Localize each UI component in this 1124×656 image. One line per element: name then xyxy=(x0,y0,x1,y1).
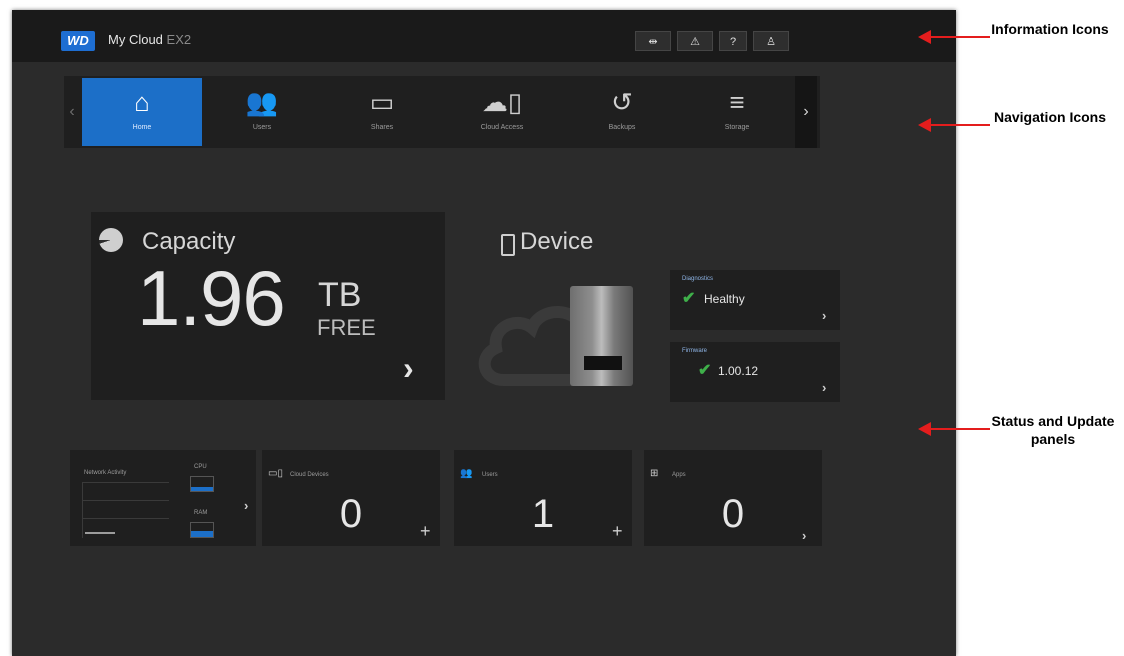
navigation-bar: ‹ ⌂ Home 👥 Users ▭ Shares ☁▯ Cloud Acces… xyxy=(64,76,820,148)
nav-item-shares[interactable]: ▭ Shares xyxy=(322,78,442,146)
nav-item-home[interactable]: ⌂ Home xyxy=(82,78,202,146)
diagnostics-arrow-icon[interactable]: › xyxy=(822,308,826,323)
backup-icon: ↺ xyxy=(611,87,633,117)
capacity-title: Capacity xyxy=(142,228,236,255)
home-icon: ⌂ xyxy=(134,87,150,117)
nav-label: Storage xyxy=(724,124,750,131)
nav-label: Home xyxy=(132,124,152,131)
folder-icon: ▭ xyxy=(369,87,395,117)
cloud-devices-panel[interactable]: ▭▯ Cloud Devices 0 + xyxy=(262,450,440,546)
bell-icon[interactable]: ⚠ xyxy=(677,31,713,51)
users-count: 1 xyxy=(531,492,555,536)
nav-item-cloud-access[interactable]: ☁▯ Cloud Access xyxy=(442,78,562,146)
storage-icon: ≡ xyxy=(729,87,745,117)
info-callout-line xyxy=(930,36,990,38)
nav-callout-label: Navigation Icons xyxy=(993,109,1107,125)
nav-item-storage[interactable]: ≡ Storage xyxy=(682,78,792,146)
info-callout-label: Information Icons xyxy=(991,21,1109,37)
capacity-panel[interactable]: Capacity 1.96 TB FREE › xyxy=(91,212,445,400)
network-activity-line xyxy=(85,532,115,534)
nav-left-arrow[interactable]: ‹ xyxy=(64,76,80,148)
diagnostics-panel[interactable]: Diagnostics ✔ Healthy › xyxy=(670,270,840,330)
apps-count: 0 xyxy=(721,492,745,536)
capacity-unit: TB xyxy=(318,276,362,314)
apps-icon: ⊞ xyxy=(650,468,659,479)
nav-label: Shares xyxy=(370,124,394,131)
capacity-free-label: FREE xyxy=(317,315,376,340)
capacity-arrow-icon[interactable]: › xyxy=(403,352,414,384)
firmware-arrow-icon[interactable]: › xyxy=(822,380,826,395)
app-model: EX2 xyxy=(166,32,192,47)
user-icon[interactable]: ♙ xyxy=(753,31,789,51)
app-title-text: My Cloud xyxy=(108,32,163,47)
ram-label: RAM xyxy=(194,510,208,516)
capacity-value: 1.96 xyxy=(137,254,286,342)
status-callout-line xyxy=(930,428,990,430)
checkmark-icon: ✔ xyxy=(682,290,696,307)
wd-logo: WD xyxy=(61,31,95,51)
add-user-button[interactable]: + xyxy=(612,522,623,540)
users-label: Users xyxy=(482,472,498,478)
cloud-devices-label: Cloud Devices xyxy=(290,472,329,478)
top-bar: WD My Cloud EX2 ⇹ ⚠ ? ♙ xyxy=(12,10,956,62)
diagnostics-value: Healthy xyxy=(704,292,745,306)
wd-dashboard-screen: WD My Cloud EX2 ⇹ ⚠ ? ♙ ‹ ⌂ Home 👥 Users… xyxy=(12,10,956,656)
cloud-access-icon: ☁▯ xyxy=(481,87,523,117)
information-icons: ⇹ ⚠ ? ♙ xyxy=(635,31,789,51)
nav-callout-line xyxy=(930,124,990,126)
cpu-gauge-fill xyxy=(191,486,213,491)
nav-label: Users xyxy=(252,124,272,131)
users-icon: 👥 xyxy=(245,87,279,117)
help-icon[interactable]: ? xyxy=(719,31,747,51)
device-title: Device xyxy=(494,228,593,256)
add-cloud-device-button[interactable]: + xyxy=(420,522,431,540)
nav-label: Cloud Access xyxy=(480,124,524,131)
network-arrow-icon[interactable]: › xyxy=(244,498,248,513)
firmware-value: 1.00.12 xyxy=(718,364,759,378)
nav-item-backups[interactable]: ↺ Backups xyxy=(562,78,682,146)
cloud-devices-count: 0 xyxy=(339,492,363,536)
ram-gauge xyxy=(190,522,214,538)
app-title: My Cloud EX2 xyxy=(108,32,191,47)
apps-label: Apps xyxy=(672,472,686,478)
firmware-panel[interactable]: Firmware ✔ 1.00.12 › xyxy=(670,342,840,402)
nav-item-users[interactable]: 👥 Users xyxy=(202,78,322,146)
checkmark-icon: ✔ xyxy=(698,362,712,379)
cloud-devices-icon: ▭▯ xyxy=(268,468,283,479)
firmware-label: Firmware xyxy=(682,348,707,354)
apps-arrow-icon[interactable]: › xyxy=(802,528,806,543)
ram-gauge-fill xyxy=(191,530,213,537)
status-callout-label: Status and Update panels xyxy=(991,413,1115,447)
cpu-label: CPU xyxy=(194,464,207,470)
usb-icon[interactable]: ⇹ xyxy=(635,31,671,51)
network-activity-panel[interactable]: Network Activity CPU RAM › xyxy=(70,450,256,546)
nas-device-image xyxy=(570,286,633,386)
users-panel[interactable]: 👥 Users 1 + xyxy=(454,450,632,546)
users-small-icon: 👥 xyxy=(460,468,473,479)
nav-label: Backups xyxy=(608,124,636,131)
diagnostics-label: Diagnostics xyxy=(682,276,714,282)
device-title-text: Device xyxy=(520,228,594,255)
apps-panel[interactable]: ⊞ Apps 0 › xyxy=(644,450,822,546)
network-activity-title: Network Activity xyxy=(84,470,127,476)
network-activity-graph xyxy=(82,482,171,538)
nav-right-arrow[interactable]: › xyxy=(795,76,817,148)
cpu-gauge xyxy=(190,476,214,492)
pie-chart-icon xyxy=(99,228,123,252)
